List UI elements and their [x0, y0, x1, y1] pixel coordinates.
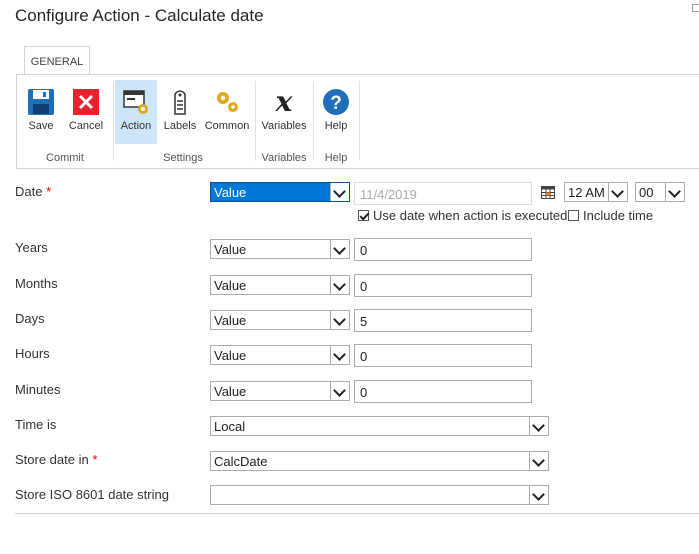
- years-label: Years: [15, 240, 48, 255]
- use-date-executed-label: Use date when action is executed: [373, 208, 568, 223]
- group-separator: [359, 81, 360, 161]
- floppy-disk-icon: [27, 88, 55, 116]
- variables-button[interactable]: x Variables: [259, 80, 309, 144]
- days-input[interactable]: 5: [354, 309, 532, 332]
- years-type-select[interactable]: Value: [210, 239, 350, 259]
- tag-icon: [166, 88, 194, 116]
- common-label: Common: [204, 120, 250, 132]
- hours-input[interactable]: 0: [354, 344, 532, 367]
- months-type-select[interactable]: Value: [210, 275, 350, 295]
- chevron-down-icon: [330, 311, 349, 329]
- group-label-settings: Settings: [163, 152, 203, 164]
- months-input[interactable]: 0: [354, 274, 532, 297]
- divider: [15, 513, 699, 514]
- months-label: Months: [15, 276, 58, 291]
- hours-type-value: Value: [214, 348, 247, 363]
- cancel-label: Cancel: [68, 120, 104, 132]
- maximize-icon[interactable]: [692, 4, 699, 12]
- years-type-value: Value: [214, 242, 247, 257]
- group-label-variables: Variables: [261, 152, 307, 164]
- help-button[interactable]: ? Help: [317, 80, 355, 144]
- date-type-select[interactable]: Value: [210, 182, 350, 202]
- date-input[interactable]: 11/4/2019: [354, 182, 532, 205]
- hours-type-select[interactable]: Value: [210, 345, 350, 365]
- action-label: Action: [120, 120, 152, 132]
- common-button[interactable]: Common: [203, 80, 251, 144]
- variables-label: Variables: [261, 120, 307, 132]
- minutes-type-select[interactable]: Value: [210, 381, 350, 401]
- help-label: Help: [324, 120, 348, 132]
- dialog-title: Configure Action - Calculate date: [15, 6, 264, 25]
- minutes-label: Minutes: [15, 382, 61, 397]
- chevron-down-icon: [330, 346, 349, 364]
- time-is-select[interactable]: Local: [210, 416, 549, 436]
- ribbon: Save Cancel Action Labels Common x Varia…: [16, 74, 699, 169]
- hours-label: Hours: [15, 346, 50, 361]
- store-date-in-value: CalcDate: [214, 454, 268, 469]
- hour-value: 12 AM: [568, 185, 605, 200]
- use-date-executed-checkbox[interactable]: [358, 210, 369, 221]
- calendar-icon[interactable]: [541, 186, 555, 199]
- tab-general[interactable]: GENERAL: [24, 46, 90, 76]
- days-type-value: Value: [214, 313, 247, 328]
- chevron-down-icon: [529, 486, 548, 504]
- group-label-commit: Commit: [46, 152, 84, 164]
- save-label: Save: [28, 120, 54, 132]
- date-field-label: Date *: [15, 184, 52, 199]
- minute-select[interactable]: 00: [635, 182, 685, 202]
- action-button[interactable]: Action: [115, 80, 157, 144]
- hour-select[interactable]: 12 AM: [564, 182, 628, 202]
- days-label: Days: [15, 311, 45, 326]
- store-iso-select[interactable]: [210, 485, 549, 505]
- svg-text:?: ?: [330, 93, 342, 114]
- include-time-label: Include time: [583, 208, 654, 223]
- group-separator: [113, 81, 114, 161]
- store-date-in-label: Store date in *: [15, 452, 98, 467]
- labels-button[interactable]: Labels: [160, 80, 200, 144]
- action-settings-icon: [122, 88, 150, 116]
- group-separator: [255, 81, 256, 161]
- chevron-down-icon: [665, 183, 684, 201]
- days-type-select[interactable]: Value: [210, 310, 350, 330]
- chevron-down-icon: [529, 417, 548, 435]
- minutes-input[interactable]: 0: [354, 380, 532, 403]
- store-iso-label: Store ISO 8601 date string: [15, 487, 169, 502]
- time-is-label: Time is: [15, 417, 57, 432]
- save-button[interactable]: Save: [21, 80, 61, 144]
- include-time-checkbox[interactable]: [568, 210, 579, 221]
- months-type-value: Value: [214, 278, 247, 293]
- years-input[interactable]: 0: [354, 238, 532, 261]
- chevron-down-icon: [608, 183, 627, 201]
- required-marker: *: [92, 452, 98, 467]
- chevron-down-icon: [330, 183, 349, 201]
- date-type-value: Value: [214, 185, 247, 200]
- gears-icon: [213, 88, 241, 116]
- cancel-x-icon: [72, 88, 100, 116]
- chevron-down-icon: [330, 276, 349, 294]
- help-question-icon: ?: [322, 88, 350, 116]
- group-label-help: Help: [324, 152, 348, 164]
- time-is-value: Local: [214, 419, 246, 434]
- minute-value: 00: [639, 185, 654, 200]
- required-marker: *: [46, 184, 52, 199]
- minutes-type-value: Value: [214, 384, 247, 399]
- chevron-down-icon: [330, 382, 349, 400]
- labels-label: Labels: [163, 120, 197, 132]
- chevron-down-icon: [330, 240, 349, 258]
- cancel-button[interactable]: Cancel: [65, 80, 107, 144]
- store-date-in-select[interactable]: CalcDate: [210, 451, 549, 471]
- variable-x-icon: x: [275, 85, 293, 118]
- chevron-down-icon: [529, 452, 548, 470]
- group-separator: [313, 81, 314, 161]
